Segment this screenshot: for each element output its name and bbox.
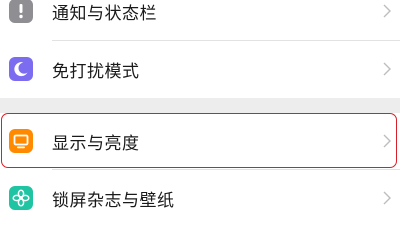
settings-item-do-not-disturb[interactable]: 免打扰模式 — [0, 40, 400, 98]
settings-item-label: 锁屏杂志与壁纸 — [52, 190, 175, 211]
settings-item-label: 通知与状态栏 — [52, 3, 157, 24]
settings-item-label: 显示与亮度 — [52, 133, 140, 154]
chevron-right-icon — [383, 62, 391, 76]
chevron-right-icon — [383, 134, 391, 148]
notification-icon — [9, 0, 33, 23]
settings-item-lockscreen-wallpaper[interactable]: 锁屏杂志与壁纸 — [0, 169, 400, 227]
chevron-right-icon — [383, 191, 391, 205]
settings-item-notifications[interactable]: 通知与状态栏 — [0, 0, 400, 40]
settings-item-label: 免打扰模式 — [52, 61, 140, 82]
settings-screen: 通知与状态栏 免打扰模式 显示与亮度 锁屏杂志与壁纸 — [0, 0, 400, 240]
flower-icon — [9, 186, 33, 210]
chevron-right-icon — [383, 4, 391, 18]
display-icon — [9, 129, 33, 153]
moon-icon — [9, 57, 33, 81]
settings-item-display-brightness[interactable]: 显示与亮度 — [0, 112, 400, 170]
